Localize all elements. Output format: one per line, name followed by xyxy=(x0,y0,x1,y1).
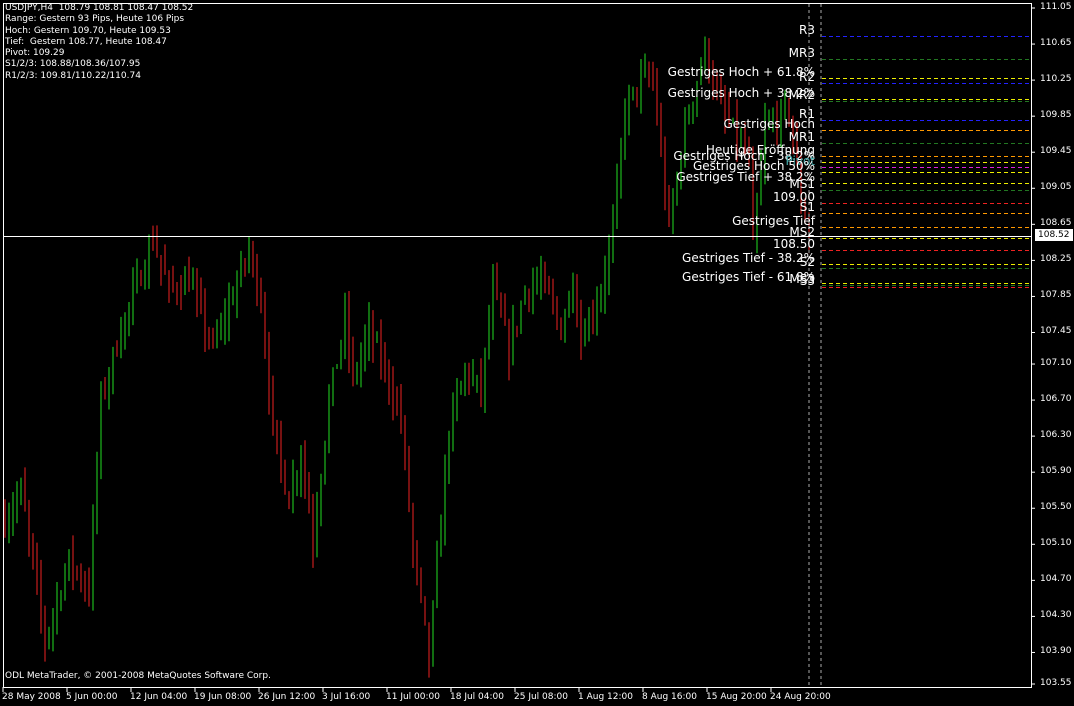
time-axis-label: 28 May 2008 xyxy=(2,692,61,702)
price-axis-label: 111.05 xyxy=(1040,2,1072,12)
time-axis-label: 1 Aug 12:00 xyxy=(578,692,633,702)
price-axis-label: 105.10 xyxy=(1040,538,1072,549)
time-axis-label: 19 Jun 08:00 xyxy=(194,692,252,702)
level-label: R3 xyxy=(799,22,815,37)
level-label: MR2 xyxy=(788,87,815,102)
time-axis-label: 5 Jun 00:00 xyxy=(66,692,118,702)
price-axis-label: 104.70 xyxy=(1040,574,1072,585)
level-label: S2 xyxy=(799,254,815,269)
price-axis-label: 109.45 xyxy=(1040,146,1072,157)
info-pivot: Pivot: 109.29 xyxy=(5,48,65,59)
time-axis-label: 11 Jul 00:00 xyxy=(386,692,440,702)
time-axis-label: 12 Jun 04:00 xyxy=(130,692,188,702)
time-axis-label: 25 Jul 08:00 xyxy=(514,692,568,702)
price-axis-label: 105.50 xyxy=(1040,502,1072,513)
level-label: MR1 xyxy=(788,129,815,144)
info-high: Hoch: Gestern 109.70, Heute 109.53 xyxy=(5,25,171,36)
price-axis-label: 108.25 xyxy=(1040,254,1072,265)
price-axis-label: 104.30 xyxy=(1040,610,1072,621)
time-axis-label: 18 Jul 04:00 xyxy=(450,692,504,702)
time-axis-label: 24 Aug 20:00 xyxy=(770,692,831,702)
price-axis-label: 107.85 xyxy=(1040,290,1072,301)
price-axis-label: 110.65 xyxy=(1040,38,1072,49)
price-axis-label: 107.10 xyxy=(1040,358,1072,369)
level-label: S1 xyxy=(799,199,815,214)
level-label: MR3 xyxy=(788,45,815,60)
price-axis-label: 108.65 xyxy=(1040,218,1072,229)
level-label: Gestriges Hoch xyxy=(723,116,815,131)
current-price-label: 108.52 xyxy=(1035,229,1073,241)
info-range: Range: Gestern 93 Pips, Heute 106 Pips xyxy=(5,14,185,25)
copyright: ODL MetaTrader, © 2001-2008 MetaQuotes S… xyxy=(5,671,271,681)
price-axis-label: 103.90 xyxy=(1040,646,1072,657)
price-axis-label: 110.25 xyxy=(1040,74,1072,85)
info-support: S1/2/3: 108.88/108.36/107.95 xyxy=(5,59,141,70)
level-label: 108.50 xyxy=(773,236,815,251)
level-label: MS1 xyxy=(789,176,815,191)
info-panel: USDJPY,H4 108.79 108.81 108.47 108.52 Ran… xyxy=(5,3,193,82)
price-axis-label: 107.45 xyxy=(1040,326,1072,337)
price-axis-label: 103.55 xyxy=(1040,678,1072,688)
price-axis-label: 105.90 xyxy=(1040,466,1072,477)
time-axis-label: 26 Jun 12:00 xyxy=(258,692,316,702)
info-resistance: R1/2/3: 109.81/110.22/110.74 xyxy=(5,70,141,81)
time-axis-label: 3 Jul 16:00 xyxy=(322,692,371,702)
info-low: Tief: Gestern 108.77, Heute 108.47 xyxy=(5,36,167,47)
level-label: R2 xyxy=(799,69,815,84)
price-axis-label: 106.30 xyxy=(1040,430,1072,441)
info-symbol: USDJPY,H4 108.79 108.81 108.47 108.52 xyxy=(5,3,194,13)
time-axis-label: 8 Aug 16:00 xyxy=(642,692,697,702)
price-axis-label: 106.70 xyxy=(1040,394,1072,405)
price-axis-label: 109.05 xyxy=(1040,182,1072,193)
time-axis-label: 15 Aug 20:00 xyxy=(706,692,767,702)
price-axis-label: 109.85 xyxy=(1040,110,1072,121)
level-label: S3 xyxy=(799,273,815,288)
